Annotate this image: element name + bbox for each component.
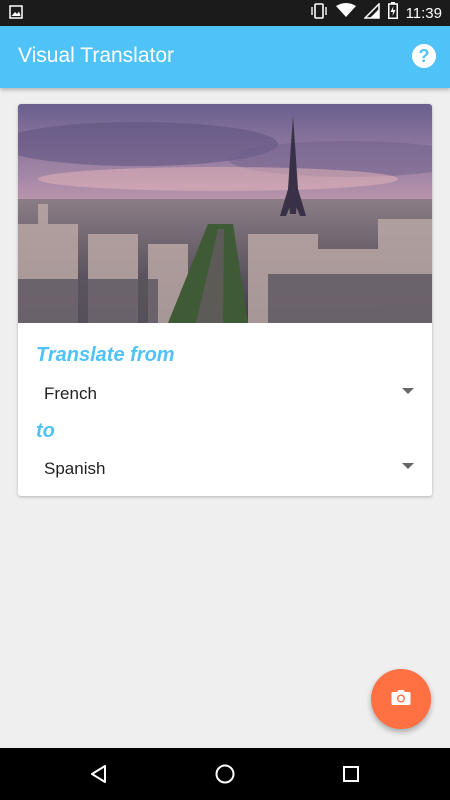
image-notification-icon <box>9 5 23 24</box>
camera-icon <box>390 688 412 711</box>
vibrate-icon <box>310 2 328 24</box>
battery-charging-icon <box>387 2 398 24</box>
app-bar: Visual Translator ? <box>0 26 450 88</box>
translate-from-label: Translate from <box>36 344 175 366</box>
recents-icon[interactable] <box>339 762 363 786</box>
signal-icon <box>362 1 380 24</box>
from-language-value: French <box>44 384 97 403</box>
from-language-dropdown[interactable]: French <box>44 380 414 410</box>
to-label: to <box>36 420 55 442</box>
back-icon[interactable] <box>87 762 111 786</box>
dropdown-arrow-icon <box>402 463 414 469</box>
app-title: Visual Translator <box>18 44 175 67</box>
paris-cityscape-image <box>18 104 432 323</box>
dropdown-arrow-icon <box>402 388 414 394</box>
camera-fab-button[interactable] <box>371 669 431 729</box>
help-icon[interactable]: ? <box>412 44 436 68</box>
navigation-bar <box>0 748 450 800</box>
translation-card: Translate from French to Spanish <box>18 104 432 496</box>
to-language-dropdown[interactable]: Spanish <box>44 455 414 485</box>
wifi-icon <box>335 3 356 23</box>
status-bar: 11:39 <box>0 0 450 26</box>
home-icon[interactable] <box>213 762 237 786</box>
to-language-value: Spanish <box>44 459 106 478</box>
help-glyph: ? <box>418 45 430 66</box>
status-time: 11:39 <box>405 4 442 22</box>
